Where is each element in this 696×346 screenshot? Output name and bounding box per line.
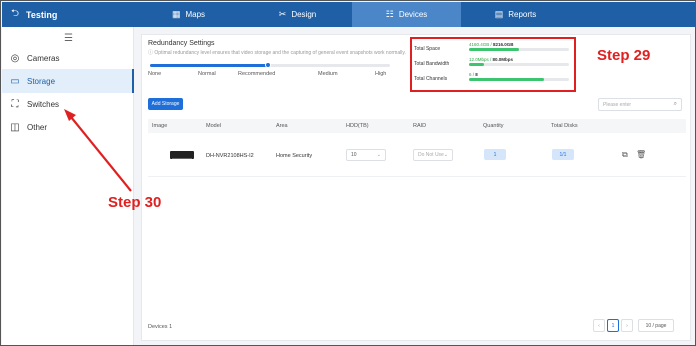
step30-arrow — [64, 109, 132, 192]
app-window: X PRO X PRO X PRO ⮌ Testing ▦ Maps ✂ Des… — [0, 0, 696, 346]
step30-annotation: Step 30 — [108, 194, 162, 211]
